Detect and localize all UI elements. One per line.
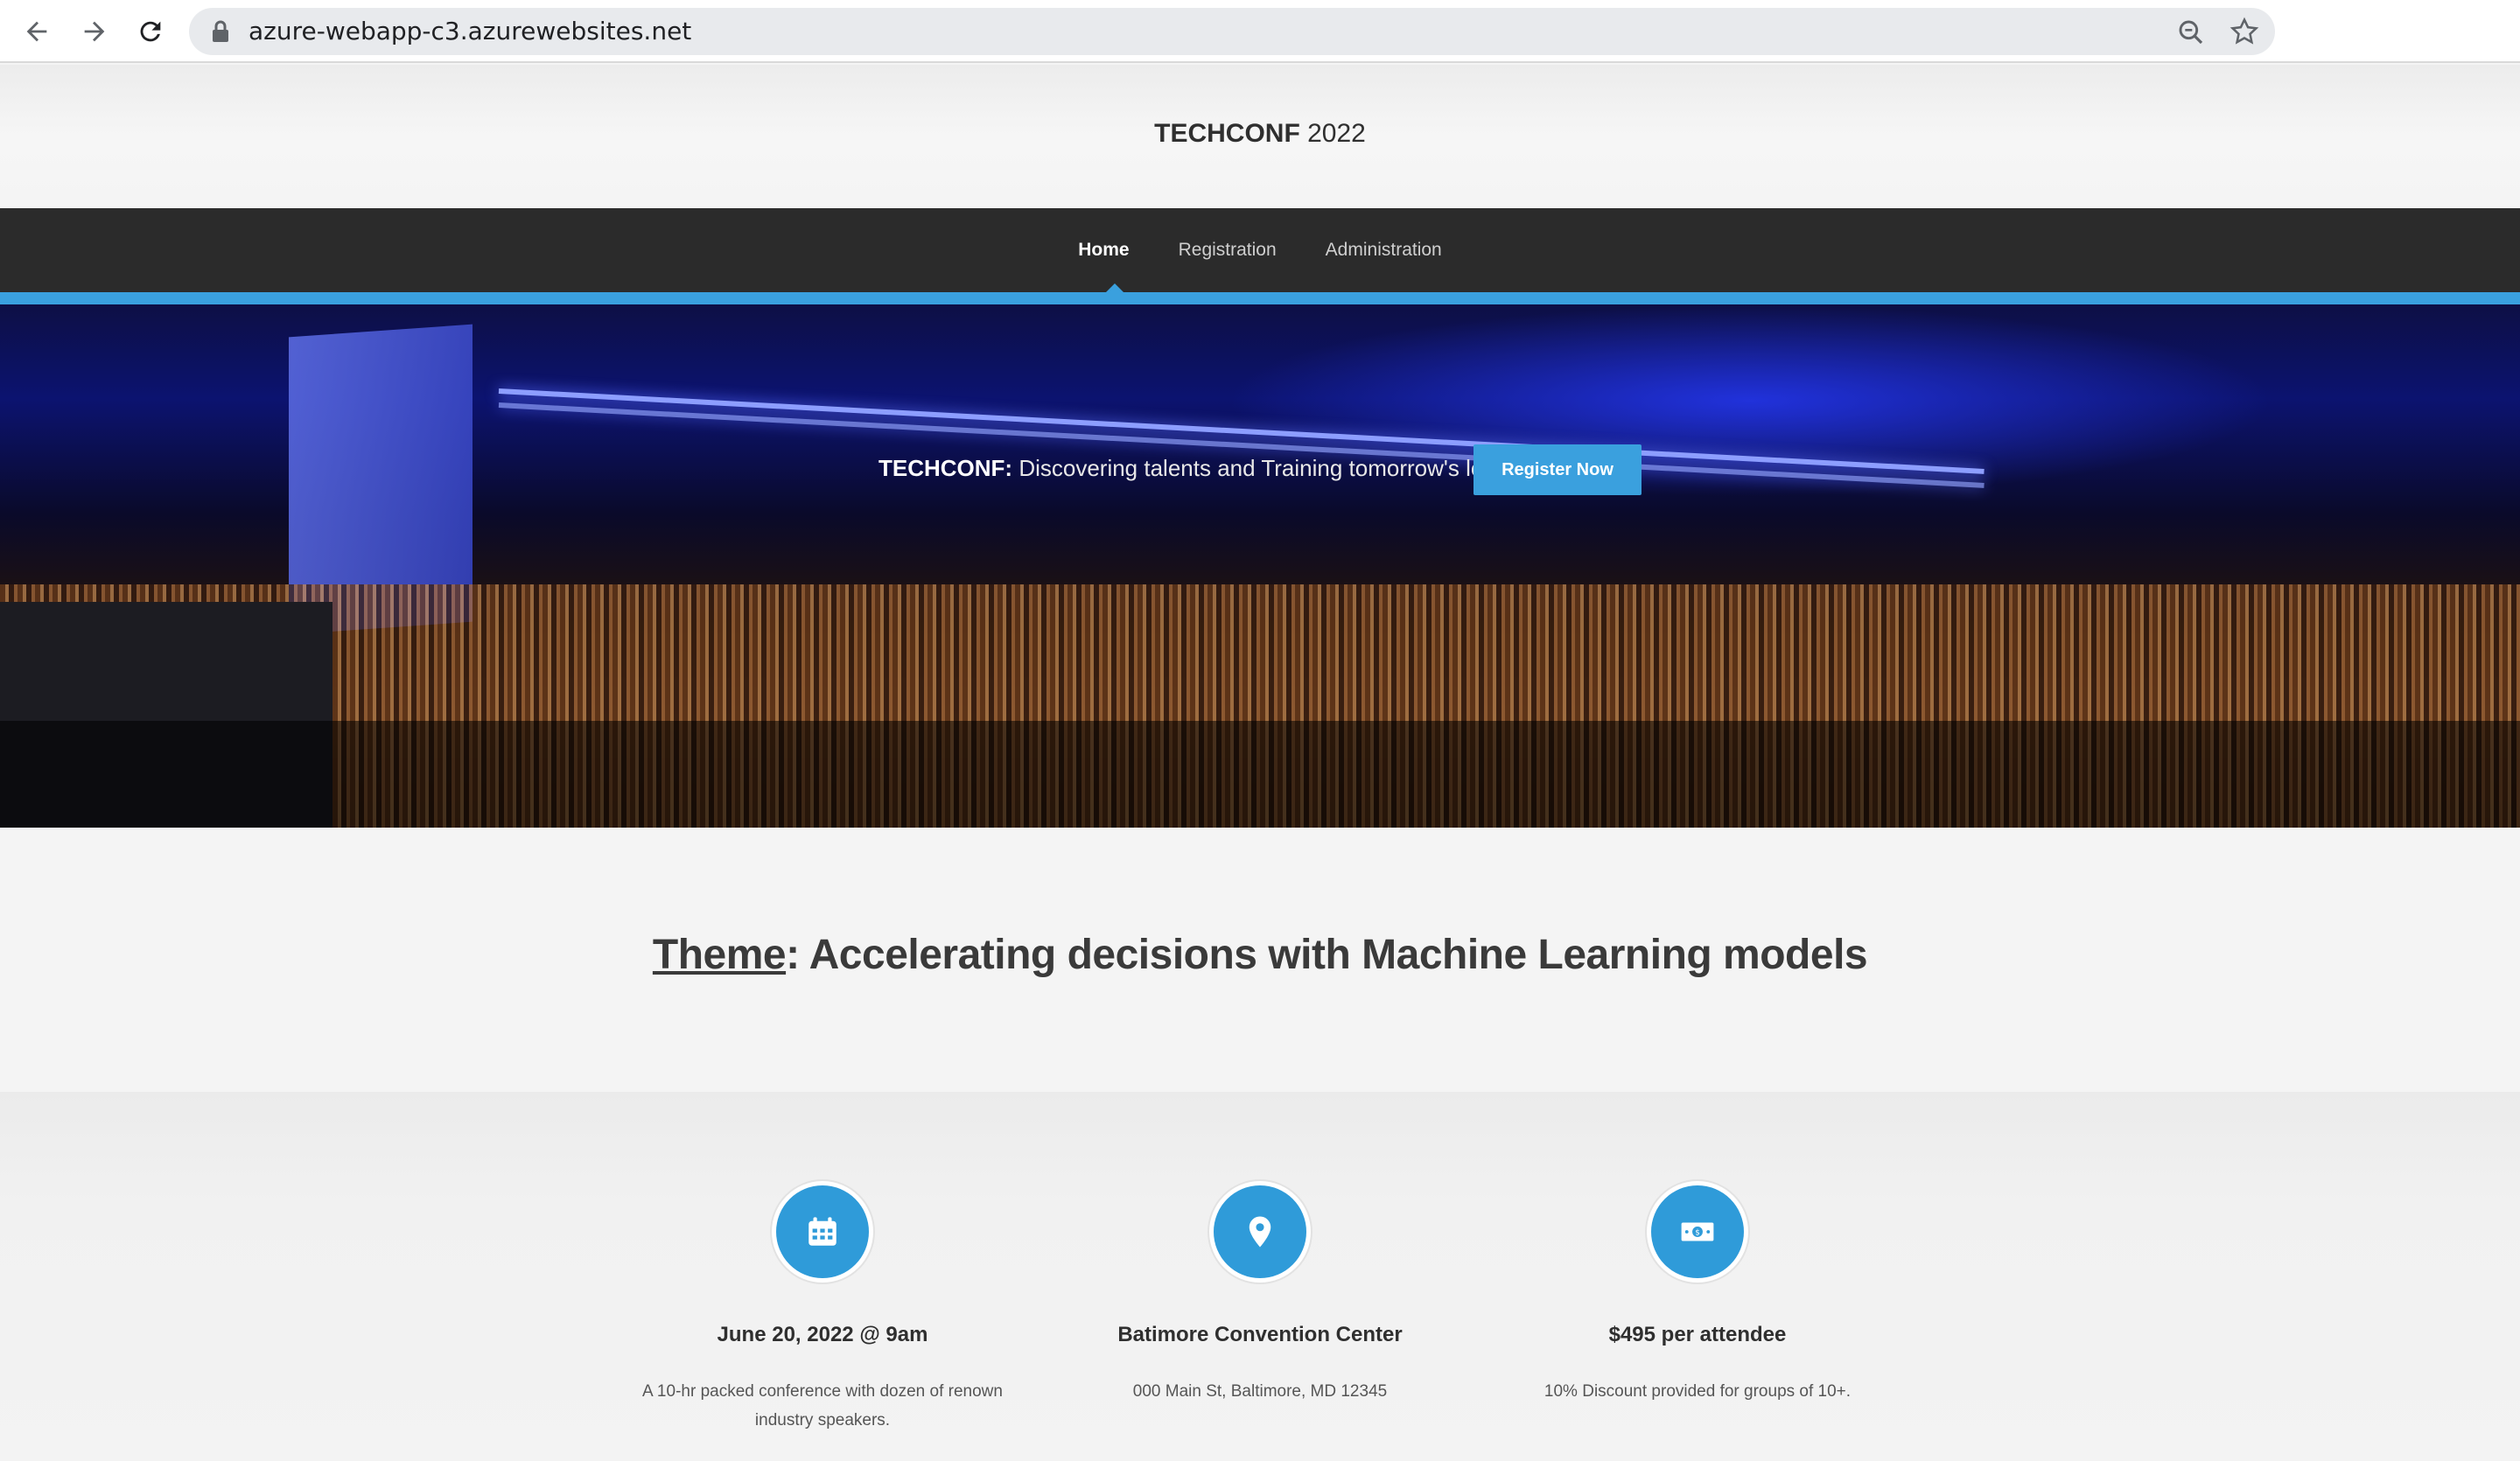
nav-item-home[interactable]: Home [1078, 240, 1129, 261]
hero-banner [0, 304, 2520, 828]
caption-overlay [0, 721, 2520, 828]
map-pin-icon [1249, 1216, 1271, 1248]
nav-item-administration[interactable]: Administration [1326, 240, 1442, 261]
brand-name: TECHCONF [1154, 119, 1300, 148]
reload-icon [140, 21, 161, 42]
feature-icon-circle [776, 1185, 869, 1278]
feature-icon-ring: $ [1647, 1181, 1748, 1283]
browser-toolbar: azure-webapp-c3.azurewebsites.net [0, 0, 2520, 63]
banner-caption-text: Discovering talents and Training tomorro… [1012, 455, 1541, 481]
active-nav-indicator [1106, 283, 1124, 292]
star-icon[interactable] [2230, 17, 2259, 46]
register-now-button[interactable]: Register Now [1474, 444, 1642, 495]
site-header: TECHCONF 2022 [0, 65, 2520, 208]
url-text[interactable]: azure-webapp-c3.azurewebsites.net [248, 18, 691, 45]
main-navigation: Home Registration Administration [0, 208, 2520, 292]
feature-icon-ring [772, 1181, 873, 1283]
accent-strip [0, 292, 2520, 304]
theme-text: : Accelerating decisions with Machine Le… [786, 932, 1868, 978]
address-bar[interactable]: azure-webapp-c3.azurewebsites.net [189, 8, 2275, 55]
forward-button[interactable] [75, 12, 114, 51]
zoom-icon[interactable] [2177, 18, 2205, 46]
nav-item-registration[interactable]: Registration [1179, 240, 1277, 261]
feature-icon-ring [1209, 1181, 1311, 1283]
feature-icon-circle: $ [1651, 1185, 1744, 1278]
feature-title: $495 per attendee [1608, 1323, 1787, 1346]
money-icon: $ [1681, 1222, 1714, 1241]
feature-description: 000 Main St, Baltimore, MD 12345 [1132, 1382, 1388, 1401]
svg-text:$: $ [1695, 1229, 1700, 1238]
feature-description: 10% Discount provided for groups of 10+. [1544, 1382, 1852, 1401]
site-logo[interactable]: TECHCONF 2022 [0, 119, 2520, 149]
features-section: June 20, 2022 @ 9am A 10-hr packed confe… [0, 1092, 2520, 1461]
back-icon [26, 21, 47, 42]
banner-caption: TECHCONF: Discovering talents and Traini… [878, 455, 1540, 482]
back-button[interactable] [18, 12, 56, 51]
feature-icon-circle [1214, 1185, 1306, 1278]
forward-icon [84, 21, 105, 42]
calendar-icon [808, 1217, 836, 1246]
feature-description: A 10-hr packed conference with dozen of … [642, 1382, 1003, 1430]
brand-year: 2022 [1299, 119, 1366, 148]
theme-section: Theme: Accelerating decisions with Machi… [0, 828, 2520, 1092]
banner-caption-brand: TECHCONF: [878, 455, 1013, 481]
lock-icon [213, 20, 228, 42]
theme-label: Theme [652, 932, 787, 978]
theme-heading: Theme: Accelerating decisions with Machi… [0, 931, 2520, 979]
feature-title: Batimore Convention Center [1117, 1323, 1403, 1346]
feature-title: June 20, 2022 @ 9am [717, 1323, 928, 1346]
reload-button[interactable] [131, 12, 170, 51]
